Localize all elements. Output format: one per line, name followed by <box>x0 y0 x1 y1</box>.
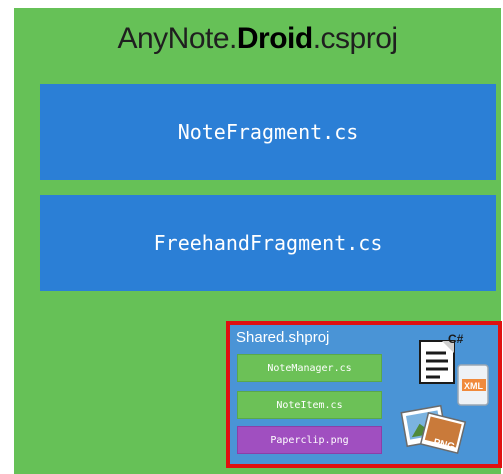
png-image-icon: PNG <box>400 404 467 455</box>
project-title-suffix: .csproj <box>312 22 398 55</box>
shared-file-note-item: NoteItem.cs <box>237 391 382 419</box>
file-label: Paperclip.png <box>270 434 349 446</box>
file-label: NoteFragment.cs <box>177 120 359 144</box>
project-title-bold: Droid <box>236 22 313 55</box>
project-title-prefix: AnyNote. <box>117 22 237 55</box>
project-title: AnyNote.Droid.csproj <box>14 22 501 56</box>
file-types-icon-group: C# XML PNG <box>400 332 489 455</box>
xml-file-icon: XML <box>457 364 489 406</box>
shared-project-title: Shared.shproj <box>236 329 330 346</box>
shared-file-note-manager: NoteManager.cs <box>237 354 382 382</box>
note-fragment-file: NoteFragment.cs <box>40 84 496 180</box>
file-label: NoteManager.cs <box>267 362 352 374</box>
csharp-label: C# <box>448 332 464 346</box>
shared-file-paperclip: Paperclip.png <box>237 426 382 454</box>
freehand-fragment-file: FreehandFragment.cs <box>40 195 496 291</box>
shared-project-panel: Shared.shproj NoteManager.cs NoteItem.cs… <box>230 325 498 464</box>
shared-project-highlight: Shared.shproj NoteManager.cs NoteItem.cs… <box>226 321 502 468</box>
csharp-file-icon: C# <box>419 332 464 384</box>
file-label: FreehandFragment.cs <box>153 231 383 255</box>
xml-label: XML <box>464 381 484 391</box>
file-label: NoteItem.cs <box>276 399 343 411</box>
